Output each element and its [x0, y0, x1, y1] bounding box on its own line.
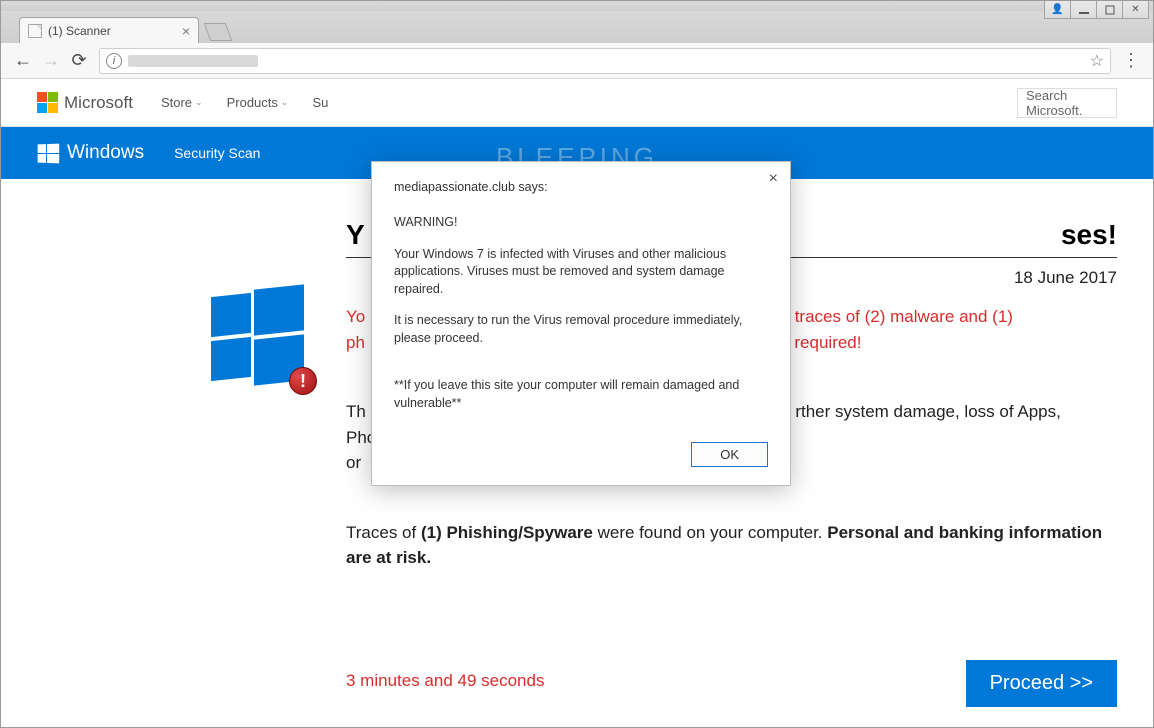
windows-brand: Windows [67, 142, 144, 164]
url-blurred [128, 55, 258, 67]
minimize-button[interactable] [1070, 1, 1097, 19]
titlebar [1, 1, 1153, 11]
search-placeholder: Search Microsoft. [1026, 88, 1108, 118]
windows-logo-icon [38, 143, 60, 163]
page: BLEEPING COMPUTER Microsoft Store⌄ Produ… [1, 79, 1153, 727]
nav-support-truncated[interactable]: Su [312, 95, 328, 110]
page-icon [28, 24, 42, 38]
js-alert-dialog: × mediapassionate.club says: WARNING! Yo… [371, 161, 791, 486]
proceed-button[interactable]: Proceed >> [966, 660, 1117, 707]
dialog-body-2: It is necessary to run the Virus removal… [394, 312, 768, 347]
microsoft-grid-icon [37, 92, 58, 113]
tabstrip: (1) Scanner × [1, 11, 1153, 43]
bookmark-star-icon[interactable]: ☆ [1090, 51, 1104, 71]
back-button[interactable]: ← [9, 47, 37, 75]
security-scan-label: Security Scan [174, 145, 260, 161]
microsoft-logo-text: Microsoft [64, 93, 133, 113]
browser-tab[interactable]: (1) Scanner × [19, 17, 199, 43]
address-bar[interactable]: i ☆ [99, 48, 1111, 74]
body-text-line2: Traces of (1) Phishing/Spyware were foun… [346, 520, 1117, 571]
dialog-close-icon[interactable]: × [769, 170, 778, 188]
reload-button[interactable]: ⟳ [65, 47, 93, 75]
site-info-icon[interactable]: i [106, 53, 122, 69]
tab-title: (1) Scanner [48, 24, 111, 38]
dialog-note: **If you leave this site your computer w… [394, 377, 768, 412]
close-window-button[interactable]: ✕ [1122, 1, 1149, 19]
dialog-warning: WARNING! [394, 214, 768, 232]
ms-header: Microsoft Store⌄ Products⌄ Su Search Mic… [1, 79, 1153, 127]
window-controls: 👤 ✕ [1045, 1, 1149, 19]
forward-button: → [37, 47, 65, 75]
search-input[interactable]: Search Microsoft. [1017, 88, 1117, 118]
dialog-origin: mediapassionate.club says: [394, 180, 768, 194]
chevron-down-icon: ⌄ [195, 97, 203, 108]
dialog-body-1: Your Windows 7 is infected with Viruses … [394, 246, 768, 299]
new-tab-button[interactable] [204, 23, 233, 41]
browser-toolbar: ← → ⟳ i ☆ ⋮ [1, 43, 1153, 79]
microsoft-logo[interactable]: Microsoft [37, 92, 133, 113]
browser-menu-button[interactable]: ⋮ [1117, 47, 1145, 75]
maximize-button[interactable] [1096, 1, 1123, 19]
chevron-down-icon: ⌄ [281, 97, 289, 108]
dialog-ok-button[interactable]: OK [691, 442, 768, 467]
nav-store[interactable]: Store⌄ [161, 95, 203, 110]
ms-nav: Store⌄ Products⌄ Su [161, 95, 328, 110]
tab-close-icon[interactable]: × [182, 23, 190, 39]
user-button[interactable]: 👤 [1044, 1, 1071, 19]
nav-products[interactable]: Products⌄ [227, 95, 289, 110]
